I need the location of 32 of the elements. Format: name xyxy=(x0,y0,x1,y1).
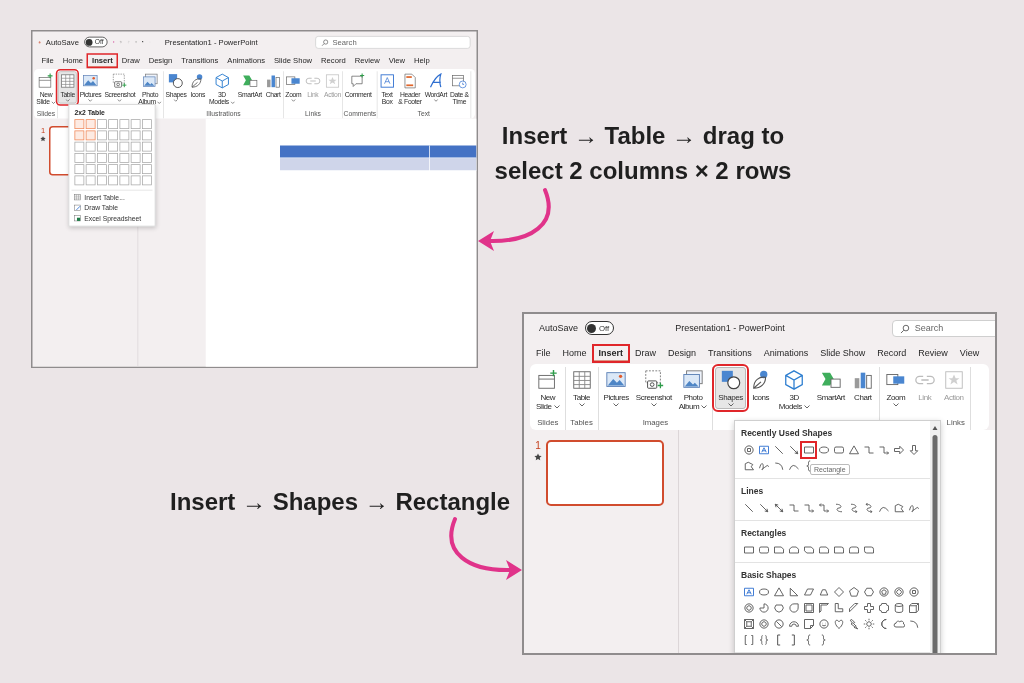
caption: Insert → Table → drag to select 2 columns × 2 rows xyxy=(493,121,793,186)
autosave-label: AutoSave xyxy=(539,323,579,333)
section-title: Recently Used Shapes xyxy=(741,427,834,439)
section-title: Basic Shapes xyxy=(741,569,798,581)
models-button[interactable]: 3D Models xyxy=(775,367,813,414)
ribbon-tab[interactable]: Home xyxy=(556,344,593,362)
table-button[interactable]: Table xyxy=(567,367,596,410)
section-title: Lines xyxy=(741,485,765,497)
smartart-button[interactable]: SmartArt xyxy=(813,367,848,405)
icons-button[interactable]: Icons xyxy=(746,367,775,405)
ribbon-tab[interactable]: File xyxy=(530,344,557,362)
ribbon-tab[interactable]: Slide Show xyxy=(814,344,872,362)
ribbon-tab[interactable]: Draw xyxy=(629,344,663,362)
new-slide-button[interactable]: New Slide xyxy=(533,367,563,414)
slide-number: 1 xyxy=(535,440,541,451)
pictures-button[interactable]: Pictures xyxy=(600,367,632,410)
ribbon-tab[interactable]: Animations xyxy=(757,344,815,362)
ribbon-tab[interactable]: Insert xyxy=(592,344,630,362)
screenshot-button[interactable]: Screenshot xyxy=(632,367,675,410)
photo-album-button[interactable]: Photo Album xyxy=(675,367,711,414)
caption: Insert → Shapes → Rectangle xyxy=(170,487,511,517)
chart-button[interactable]: Chart xyxy=(848,367,877,405)
shapes-button[interactable]: Shapes xyxy=(715,367,746,410)
section-title: Rectangles xyxy=(741,527,788,539)
ribbon-tab[interactable]: View xyxy=(953,344,986,362)
zoom-button[interactable]: Zoom xyxy=(881,367,910,410)
window-title: Presentation1 - PowerPoint xyxy=(675,323,785,333)
ribbon-tab[interactable]: Review xyxy=(912,344,954,362)
ribbon-tab[interactable]: Design xyxy=(662,344,703,362)
ribbon-tab[interactable]: Record xyxy=(871,344,913,362)
search-field[interactable]: Search xyxy=(891,319,995,337)
ribbon-tab[interactable]: Transitions xyxy=(702,344,758,362)
